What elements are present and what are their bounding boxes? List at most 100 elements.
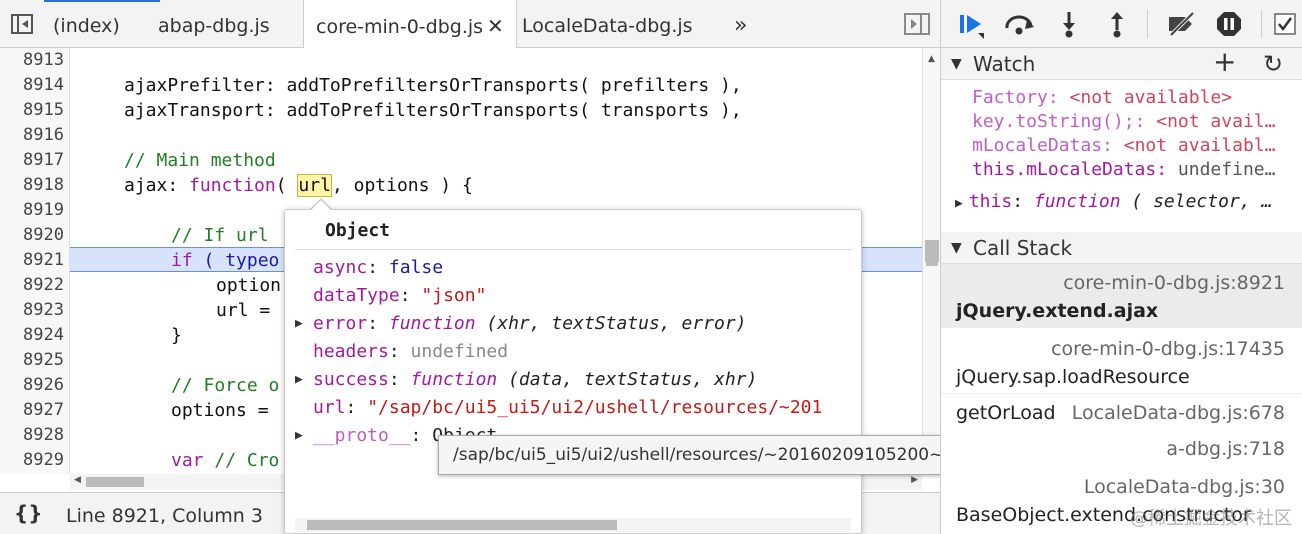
code-line: options =: [171, 400, 269, 421]
expand-triangle-icon[interactable]: ▶: [295, 366, 303, 394]
line-number[interactable]: 8919: [0, 198, 64, 223]
property-row[interactable]: url: "/sap/bc/ui5_ui5/ui2/ushell/resourc…: [313, 394, 822, 422]
watch-expr: this.mLocaleDatas: [972, 159, 1157, 180]
expand-triangle-icon[interactable]: ▶: [295, 422, 303, 450]
code-line: ajaxTransport: addToPrefiltersOrTranspor…: [124, 100, 742, 121]
property-fn-args: (data, textStatus, xhr): [497, 369, 758, 390]
scroll-left-arrow-icon[interactable]: ◀: [74, 475, 81, 485]
tab-abap-dbg[interactable]: abap-dbg.js: [146, 0, 282, 47]
call-stack-section-header[interactable]: ▼ Call Stack: [941, 232, 1302, 264]
code-keyword: var: [171, 450, 204, 471]
object-popover[interactable]: Object async: false dataType: "json" ▶ er…: [284, 209, 862, 534]
watch-expression[interactable]: mLocaleDatas: <not availabl…: [972, 134, 1302, 158]
property-sep: :: [388, 369, 411, 390]
tab-label: (index): [53, 15, 120, 37]
toolbar-divider: [1261, 10, 1262, 38]
line-number[interactable]: 8927: [0, 398, 64, 423]
line-number[interactable]: 8929: [0, 448, 64, 473]
popover-horizontal-scrollbar[interactable]: [295, 518, 851, 532]
async-checkbox[interactable]: [1267, 6, 1302, 42]
toggle-debugger-icon[interactable]: [900, 0, 934, 47]
line-number[interactable]: 8913: [0, 48, 64, 73]
line-number[interactable]: 8924: [0, 323, 64, 348]
property-value: false: [388, 257, 444, 278]
code-line: var // Cro: [171, 448, 279, 473]
watch-sep: :: [1156, 159, 1178, 180]
frame-function: jQuery.extend.ajax: [956, 300, 1159, 322]
tab-label: LocaleData-dbg.js: [522, 15, 693, 37]
tab-index[interactable]: (index): [41, 0, 132, 47]
line-number[interactable]: 8922: [0, 273, 64, 298]
step-out-button[interactable]: [1099, 6, 1135, 42]
watch-expr: this: [968, 191, 1013, 212]
refresh-watch-icon[interactable]: ↻: [1263, 48, 1283, 80]
deactivate-breakpoints-button[interactable]: [1163, 6, 1199, 42]
property-sep: :: [367, 313, 389, 334]
line-number[interactable]: 8928: [0, 423, 64, 448]
scroll-right-arrow-icon[interactable]: ▶: [911, 475, 918, 485]
watch-expr: key.toString();: [972, 111, 1135, 132]
pretty-print-button[interactable]: {}: [14, 501, 42, 525]
hovered-token-url[interactable]: url: [297, 174, 332, 197]
line-number[interactable]: 8917: [0, 148, 64, 173]
line-number[interactable]: 8915: [0, 98, 64, 123]
line-number-breakpoint[interactable]: 8921: [0, 248, 64, 273]
tab-core-min-0-dbg[interactable]: core-min-0-dbg.js ✕: [303, 0, 517, 48]
close-icon[interactable]: ✕: [487, 14, 504, 38]
pause-on-exceptions-button[interactable]: [1211, 6, 1247, 42]
property-sep: :: [399, 285, 422, 306]
call-frame-selected[interactable]: core-min-0-dbg.js:8921 jQuery.extend.aja…: [941, 264, 1302, 328]
scrollbar-thumb[interactable]: [307, 520, 617, 530]
code-text: , options ) {: [331, 175, 473, 196]
divider: [295, 249, 853, 250]
expand-triangle-icon[interactable]: ▶: [955, 196, 963, 211]
watch-expression[interactable]: this.mLocaleDatas: undefine…: [972, 158, 1302, 182]
watch-title: Watch: [973, 52, 1036, 76]
tab-localedata-dbg[interactable]: LocaleData-dbg.js: [510, 0, 705, 47]
watch-section-header[interactable]: ▼ Watch + ↻: [941, 46, 1302, 80]
watch-expression[interactable]: key.toString();: <not avail…: [972, 110, 1302, 134]
scroll-up-arrow-icon[interactable]: ▲: [928, 54, 935, 64]
line-number[interactable]: 8925: [0, 348, 64, 373]
scrollbar-thumb[interactable]: [86, 477, 144, 487]
property-key: async: [313, 257, 368, 278]
step-over-button[interactable]: [1001, 6, 1037, 42]
line-number[interactable]: 8914: [0, 73, 64, 98]
collapse-triangle-icon[interactable]: ▼: [951, 48, 962, 80]
watch-expression[interactable]: Factory: <not available>: [972, 86, 1302, 110]
property-row: headers: undefined: [313, 338, 508, 366]
watch-this-row[interactable]: ▶ this: function ( selector, …: [955, 190, 1297, 214]
call-frame[interactable]: getOrLoad LocaleData-dbg.js:678: [941, 398, 1302, 432]
code-text: ( typeo: [192, 250, 280, 271]
step-into-button[interactable]: [1051, 6, 1087, 42]
expand-triangle-icon[interactable]: ▶: [295, 310, 303, 338]
line-number-gutter[interactable]: 8913 8914 8915 8916 8917 8918 8919 8920 …: [0, 48, 70, 474]
frame-location: core-min-0-dbg.js:17435: [1051, 338, 1285, 360]
property-key: error: [313, 313, 368, 334]
call-frame[interactable]: LocaleData-dbg.js:30: [941, 474, 1302, 504]
add-watch-icon[interactable]: +: [1213, 46, 1236, 78]
frame-location: core-min-0-dbg.js:8921: [1063, 272, 1285, 294]
line-number[interactable]: 8918: [0, 173, 64, 198]
code-text: ajax:: [124, 175, 190, 196]
line-number[interactable]: 8916: [0, 123, 64, 148]
frame-function: jQuery.sap.loadResource: [956, 366, 1190, 388]
resume-button[interactable]: [953, 6, 989, 42]
sidebar-scrollbar-thumb[interactable]: [925, 240, 939, 262]
property-fn-keyword: function: [388, 313, 476, 334]
property-row-expandable[interactable]: ▶ error: function (xhr, textStatus, error…: [295, 310, 747, 338]
property-fn-args: (xhr, textStatus, error): [475, 313, 747, 334]
property-sep: :: [367, 257, 389, 278]
line-number[interactable]: 8926: [0, 373, 64, 398]
tab-overflow-icon[interactable]: »: [722, 0, 759, 47]
property-row-expandable[interactable]: ▶ success: function (data, textStatus, xh…: [295, 366, 758, 394]
property-row: async: false: [313, 254, 443, 282]
call-frame[interactable]: core-min-0-dbg.js:17435 jQuery.sap.loadR…: [941, 330, 1302, 394]
call-frame[interactable]: a-dbg.js:718: [941, 436, 1302, 470]
line-number[interactable]: 8920: [0, 223, 64, 248]
line-number[interactable]: 8930: [0, 473, 64, 474]
collapse-triangle-icon[interactable]: ▼: [951, 232, 962, 264]
debugger-toolbar: [941, 0, 1302, 48]
toggle-navigator-icon[interactable]: [6, 0, 38, 47]
line-number[interactable]: 8923: [0, 298, 64, 323]
